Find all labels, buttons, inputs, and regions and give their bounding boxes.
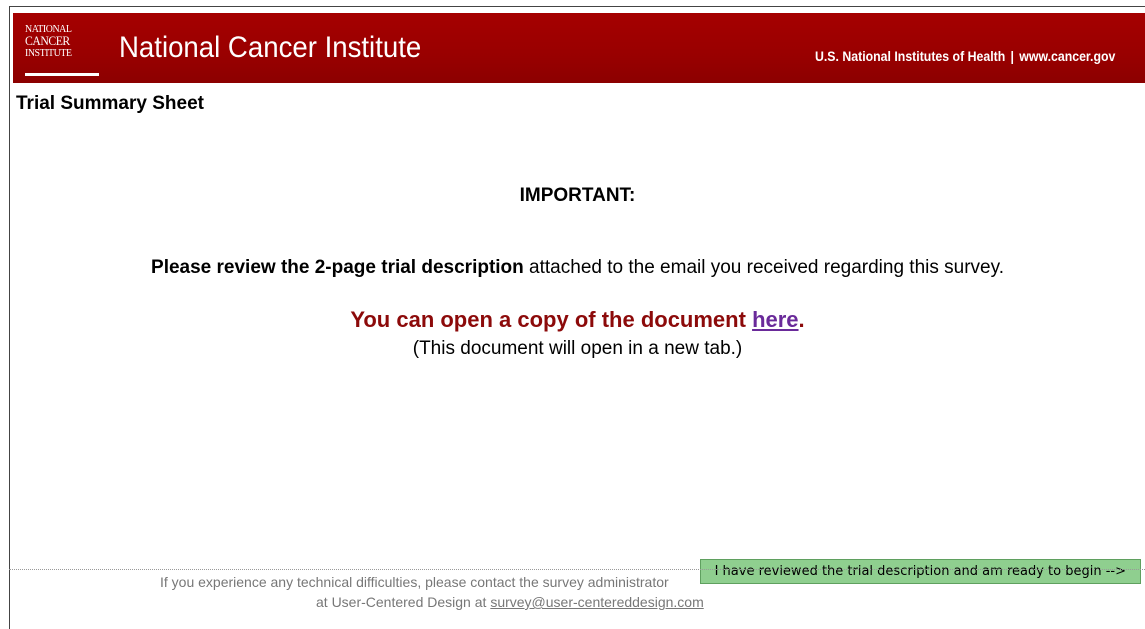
nci-header-banner: National Cancer Institute National Cance…	[13, 13, 1145, 83]
footer-divider	[9, 569, 1145, 570]
survey-window: National Cancer Institute National Cance…	[9, 6, 1145, 629]
logo-line-institute: Institute	[25, 47, 72, 59]
review-instruction-bold: Please review the 2-page trial descripti…	[151, 257, 524, 278]
page-title: Trial Summary Sheet	[16, 93, 204, 114]
begin-survey-button[interactable]: I have reviewed the trial description an…	[699, 559, 1141, 584]
footer-line-2-prefix: at User-Centered Design at	[316, 594, 491, 610]
header-separator: |	[1010, 48, 1014, 64]
review-instruction: Please review the 2-page trial descripti…	[10, 257, 1145, 279]
nih-link[interactable]: U.S. National Institutes of Health	[815, 48, 1005, 64]
important-heading: IMPORTANT:	[519, 185, 636, 206]
new-tab-note: (This document will open in a new tab.)	[412, 338, 743, 359]
footer-line-2: at User-Centered Design at survey@user-c…	[10, 592, 1145, 612]
cancer-gov-link[interactable]: www.cancer.gov	[1019, 48, 1115, 64]
open-document-period: .	[798, 307, 805, 332]
org-name: National Cancer Institute	[119, 31, 422, 64]
support-email-link[interactable]: survey@user-centereddesign.com	[490, 594, 703, 610]
logo-line-cancer: Cancer	[25, 33, 70, 48]
review-instruction-rest: attached to the email you received regar…	[523, 257, 1004, 278]
open-document-link[interactable]: here	[752, 307, 798, 332]
open-document-text: You can open a copy of the document	[350, 307, 753, 332]
header-links: U.S. National Institutes of Health | www.c…	[815, 48, 1115, 64]
logo-underline	[25, 73, 99, 76]
open-document-line: You can open a copy of the document here…	[10, 307, 1145, 333]
nci-logo[interactable]: National Cancer Institute	[25, 23, 103, 76]
